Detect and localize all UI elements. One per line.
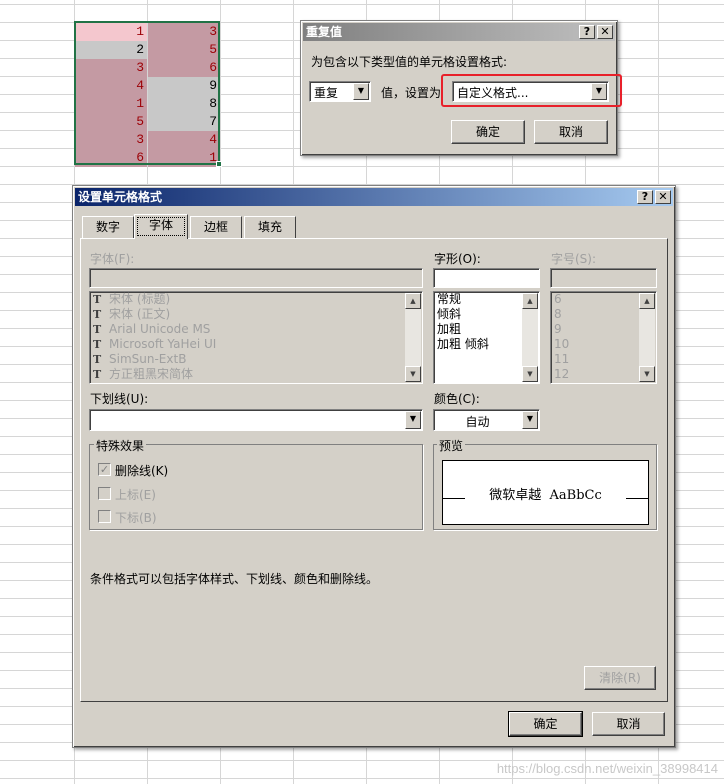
format-select-highlight [441, 74, 622, 107]
tab-number[interactable]: 数字 [82, 216, 134, 238]
font-list-item[interactable]: T 宋体 (正文) [90, 307, 422, 322]
underline-select[interactable]: ▼ [89, 409, 423, 431]
size-list[interactable]: 6 8 9 10 11 12 ▲ ▼ [550, 291, 657, 384]
font-list-item-label: 宋体 (正文) [109, 307, 171, 321]
color-select[interactable]: 自动 ▼ [433, 409, 540, 431]
tab-font[interactable]: 字体 [134, 214, 188, 239]
color-value: 自动 [465, 415, 490, 429]
size-label: 字号(S): [551, 252, 597, 266]
font-type-icon: T [93, 368, 102, 381]
font-list-item-label: 宋体 (标题) [109, 292, 171, 306]
font-list-item-label: Microsoft YaHei UI [109, 337, 217, 351]
duplicate-dialog-title: 重复值 [306, 25, 343, 39]
dropdown-arrow-icon[interactable]: ▼ [405, 411, 421, 429]
scroll-down-icon[interactable]: ▼ [405, 366, 421, 382]
color-label: 颜色(C): [434, 392, 480, 406]
duplicate-values-dialog: 重复值 ? ✕ 为包含以下类型值的单元格设置格式: 重复 ▼ 值，设置为 自定义… [300, 20, 622, 156]
size-input[interactable] [550, 268, 657, 288]
scroll-up-icon[interactable]: ▲ [639, 293, 655, 309]
subscript-checkbox[interactable] [98, 510, 111, 523]
preview-text: 微软卓越 AaBbCc [465, 484, 626, 503]
selection-border [74, 21, 220, 165]
font-list-item[interactable]: T SimSun-ExtB [90, 352, 422, 367]
font-list-item[interactable]: T 宋体 (标题) [90, 292, 422, 307]
conditional-format-note: 条件格式可以包括字体样式、下划线、颜色和删除线。 [90, 572, 379, 586]
font-name-input[interactable] [89, 268, 423, 288]
style-input[interactable] [433, 268, 540, 288]
format-cancel-button[interactable]: 取消 [592, 712, 665, 736]
font-type-icon: T [93, 338, 102, 351]
duplicate-ok-button[interactable]: 确定 [451, 120, 525, 144]
superscript-checkbox[interactable] [98, 487, 111, 500]
scroll-down-icon[interactable]: ▼ [522, 366, 538, 382]
size-list-scrollbar[interactable]: ▲ ▼ [639, 293, 655, 382]
font-list-item[interactable]: T Arial Unicode MS [90, 322, 422, 337]
duplicate-dialog-titlebar[interactable]: 重复值 ? ✕ [303, 23, 615, 41]
strikethrough-checkbox[interactable]: ✓ [98, 463, 111, 476]
dropdown-arrow-icon[interactable]: ▼ [522, 411, 538, 429]
style-list[interactable]: 常规 倾斜 加粗 加粗 倾斜 ▲ ▼ [433, 291, 540, 384]
tab-border[interactable]: 边框 [190, 216, 242, 238]
duplicate-type-select[interactable]: 重复 ▼ [309, 81, 371, 102]
font-list-item[interactable]: T Microsoft YaHei UI [90, 337, 422, 352]
font-list-scrollbar[interactable]: ▲ ▼ [405, 293, 421, 382]
scroll-up-icon[interactable]: ▲ [405, 293, 421, 309]
duplicate-cancel-button[interactable]: 取消 [534, 120, 608, 144]
subscript-label[interactable]: 下标(B) [115, 509, 157, 526]
close-button[interactable]: ✕ [597, 25, 613, 39]
underline-label: 下划线(U): [90, 392, 149, 406]
fill-handle[interactable] [216, 161, 222, 167]
font-list-item-label: 方正粗黑宋简体 [109, 367, 194, 381]
style-label: 字形(O): [434, 252, 481, 266]
scroll-down-icon[interactable]: ▼ [639, 366, 655, 382]
font-type-icon: T [93, 293, 102, 306]
font-list-item-label: Arial Unicode MS [109, 322, 211, 336]
duplicate-type-value: 重复 [314, 86, 339, 100]
scroll-up-icon[interactable]: ▲ [522, 293, 538, 309]
font-label: 字体(F): [90, 252, 135, 266]
style-list-scrollbar[interactable]: ▲ ▼ [522, 293, 538, 382]
checkmark-icon: ✓ [99, 463, 110, 476]
format-with-label: 值，设置为 [381, 86, 442, 100]
effects-title: 特殊效果 [94, 437, 147, 454]
font-list-item[interactable]: T 方正粗黑宋简体 [90, 367, 422, 382]
dropdown-arrow-icon[interactable]: ▼ [353, 83, 369, 100]
format-ok-button[interactable]: 确定 [508, 711, 583, 737]
help-button[interactable]: ? [579, 25, 595, 39]
font-type-icon: T [93, 353, 102, 366]
close-button[interactable]: ✕ [655, 190, 671, 204]
watermark: https://blog.csdn.net/weixin_38998414 [496, 761, 718, 776]
preview-box: 微软卓越 AaBbCc [442, 460, 649, 525]
duplicate-dialog-prompt: 为包含以下类型值的单元格设置格式: [311, 55, 508, 69]
superscript-label[interactable]: 上标(E) [115, 486, 156, 503]
format-dialog-titlebar[interactable]: 设置单元格格式 ? ✕ [75, 188, 673, 206]
strikethrough-label[interactable]: 删除线(K) [115, 462, 168, 479]
tab-fill[interactable]: 填充 [244, 216, 296, 238]
font-type-icon: T [93, 323, 102, 336]
format-dialog-title: 设置单元格格式 [78, 190, 163, 204]
preview-title: 预览 [437, 437, 466, 454]
clear-button[interactable]: 清除(R) [584, 666, 656, 690]
font-list-item-label: SimSun-ExtB [109, 352, 187, 366]
help-button[interactable]: ? [637, 190, 653, 204]
font-type-icon: T [93, 308, 102, 321]
font-list[interactable]: T 宋体 (标题) T 宋体 (正文) T Arial Unicode MS T Micros… [89, 291, 423, 384]
